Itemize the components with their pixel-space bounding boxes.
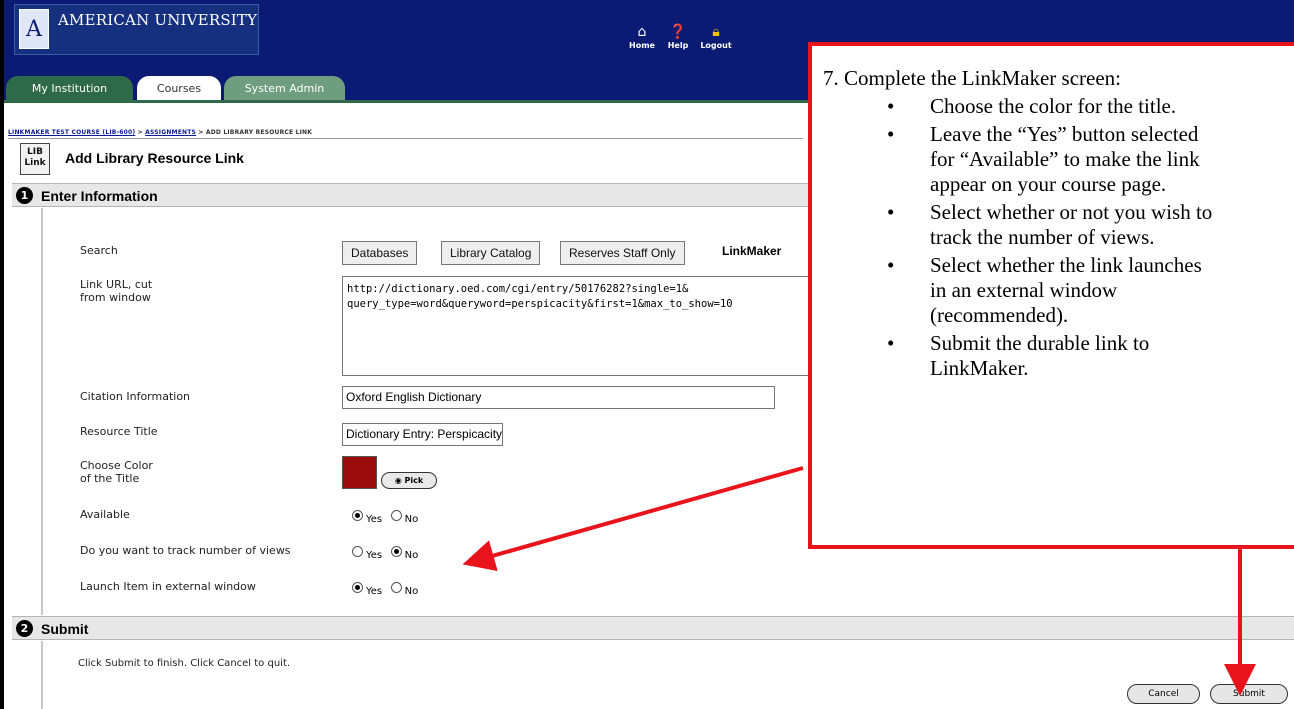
window-left-border (0, 0, 4, 709)
launch-external-label: Launch Item in external window (80, 580, 256, 593)
logout-label: Logout (700, 41, 732, 50)
annotation-heading: 7. Complete the LinkMaker screen: (823, 66, 1121, 90)
lock-icon: 🔒︎ (712, 24, 720, 40)
step-number-icon: 2 (16, 620, 33, 637)
university-logo[interactable]: A AMERICAN UNIVERSITY (14, 4, 259, 55)
home-label: Home (629, 41, 655, 50)
section-submit: 2 Submit (12, 616, 1294, 640)
available-radio-group: Yes No (352, 508, 423, 525)
help-icon: ❓ (669, 24, 687, 40)
track-views-no-radio[interactable] (390, 546, 402, 557)
available-no-radio[interactable] (390, 510, 402, 521)
cancel-button[interactable]: Cancel (1127, 684, 1200, 704)
breadcrumb-course-link[interactable]: LINKMAKER TEST COURSE (LIB-600) (8, 129, 135, 136)
annotation-list: Choose the color for the title. Leave th… (832, 94, 1294, 384)
top-nav-icons: ⌂ Home ❓ Help 🔒︎ Logout (622, 24, 737, 60)
search-label: Search (80, 244, 118, 257)
yes-label: Yes (366, 514, 383, 525)
section-rule (41, 208, 43, 615)
library-link-icon: LIB Link (20, 143, 50, 175)
breadcrumb-assignments-link[interactable]: ASSIGNMENTS (145, 129, 196, 136)
available-label: Available (80, 508, 130, 521)
yes-label: Yes (366, 550, 383, 561)
no-label: No (404, 586, 419, 597)
tab-system-admin[interactable]: System Admin (224, 76, 345, 102)
title-color-swatch (342, 456, 377, 489)
track-views-yes-radio[interactable] (352, 546, 363, 557)
linkmaker-tab[interactable]: LinkMaker (722, 244, 781, 258)
annotation-bullet: Select whether the link launches in an e… (832, 253, 1294, 328)
launch-external-yes-radio[interactable] (352, 582, 363, 593)
help-label: Help (667, 41, 689, 50)
arrow-to-track-views (462, 466, 804, 572)
home-icon: ⌂ (637, 24, 647, 40)
logout-link[interactable]: 🔒︎ Logout (696, 24, 736, 52)
yes-label: Yes (366, 586, 383, 597)
pick-color-button[interactable]: ◉ Pick (381, 472, 437, 489)
breadcrumb-current: ADD LIBRARY RESOURCE LINK (205, 129, 313, 136)
library-catalog-button[interactable]: Library Catalog (441, 241, 541, 265)
track-views-label: Do you want to track number of views (80, 544, 291, 557)
submit-button[interactable]: Submit (1210, 684, 1288, 704)
annotation-bullet: Choose the color for the title. (832, 94, 1294, 119)
step-number-icon: 1 (16, 187, 33, 204)
page-title: Add Library Resource Link (65, 150, 244, 166)
section-rule (41, 641, 43, 709)
available-yes-radio[interactable] (352, 510, 363, 521)
logo-text: AMERICAN UNIVERSITY (58, 11, 258, 29)
annotation-bullet: Submit the durable link to LinkMaker. (832, 331, 1294, 381)
section-title: Enter Information (41, 188, 158, 204)
no-label: No (404, 550, 419, 561)
resource-title-label: Resource Title (80, 425, 158, 438)
launch-external-no-radio[interactable] (390, 582, 402, 593)
tab-my-institution[interactable]: My Institution (6, 76, 133, 102)
breadcrumb-separator: > (196, 129, 206, 136)
submit-instructions: Click Submit to finish. Click Cancel to … (78, 658, 291, 669)
url-label: Link URL, cut from window (80, 278, 153, 304)
breadcrumb: LINKMAKER TEST COURSE (LIB-600) > ASSIGN… (8, 129, 312, 136)
link-url-textarea[interactable]: http://dictionary.oed.com/cgi/entry/5017… (342, 276, 817, 376)
no-label: No (404, 514, 419, 525)
pick-label: Pick (404, 476, 424, 485)
annotation-callout: 7. Complete the LinkMaker screen: Choose… (808, 42, 1294, 549)
reserves-staff-only-button[interactable]: Reserves Staff Only (560, 241, 685, 265)
track-views-radio-group: Yes No (352, 544, 423, 561)
tab-courses[interactable]: Courses (137, 76, 221, 102)
breadcrumb-separator: > (135, 129, 146, 136)
annotation-bullet: Leave the “Yes” button selected for “Ava… (832, 122, 1294, 197)
choose-color-label: Choose Color of the Title (80, 459, 153, 485)
breadcrumb-rule (8, 138, 803, 139)
section-title: Submit (41, 621, 89, 637)
home-link[interactable]: ⌂ Home (622, 24, 662, 52)
logo-mark: A (19, 9, 49, 49)
launch-external-radio-group: Yes No (352, 580, 423, 597)
databases-button[interactable]: Databases (342, 241, 418, 265)
help-link[interactable]: ❓ Help (658, 24, 698, 52)
resource-title-input[interactable]: Dictionary Entry: Perspicacity (342, 423, 503, 446)
citation-input[interactable]: Oxford English Dictionary (342, 386, 775, 409)
color-picker-icon: ◉ (394, 476, 402, 485)
annotation-bullet: Select whether or not you wish to track … (832, 200, 1294, 250)
citation-label: Citation Information (80, 390, 191, 403)
